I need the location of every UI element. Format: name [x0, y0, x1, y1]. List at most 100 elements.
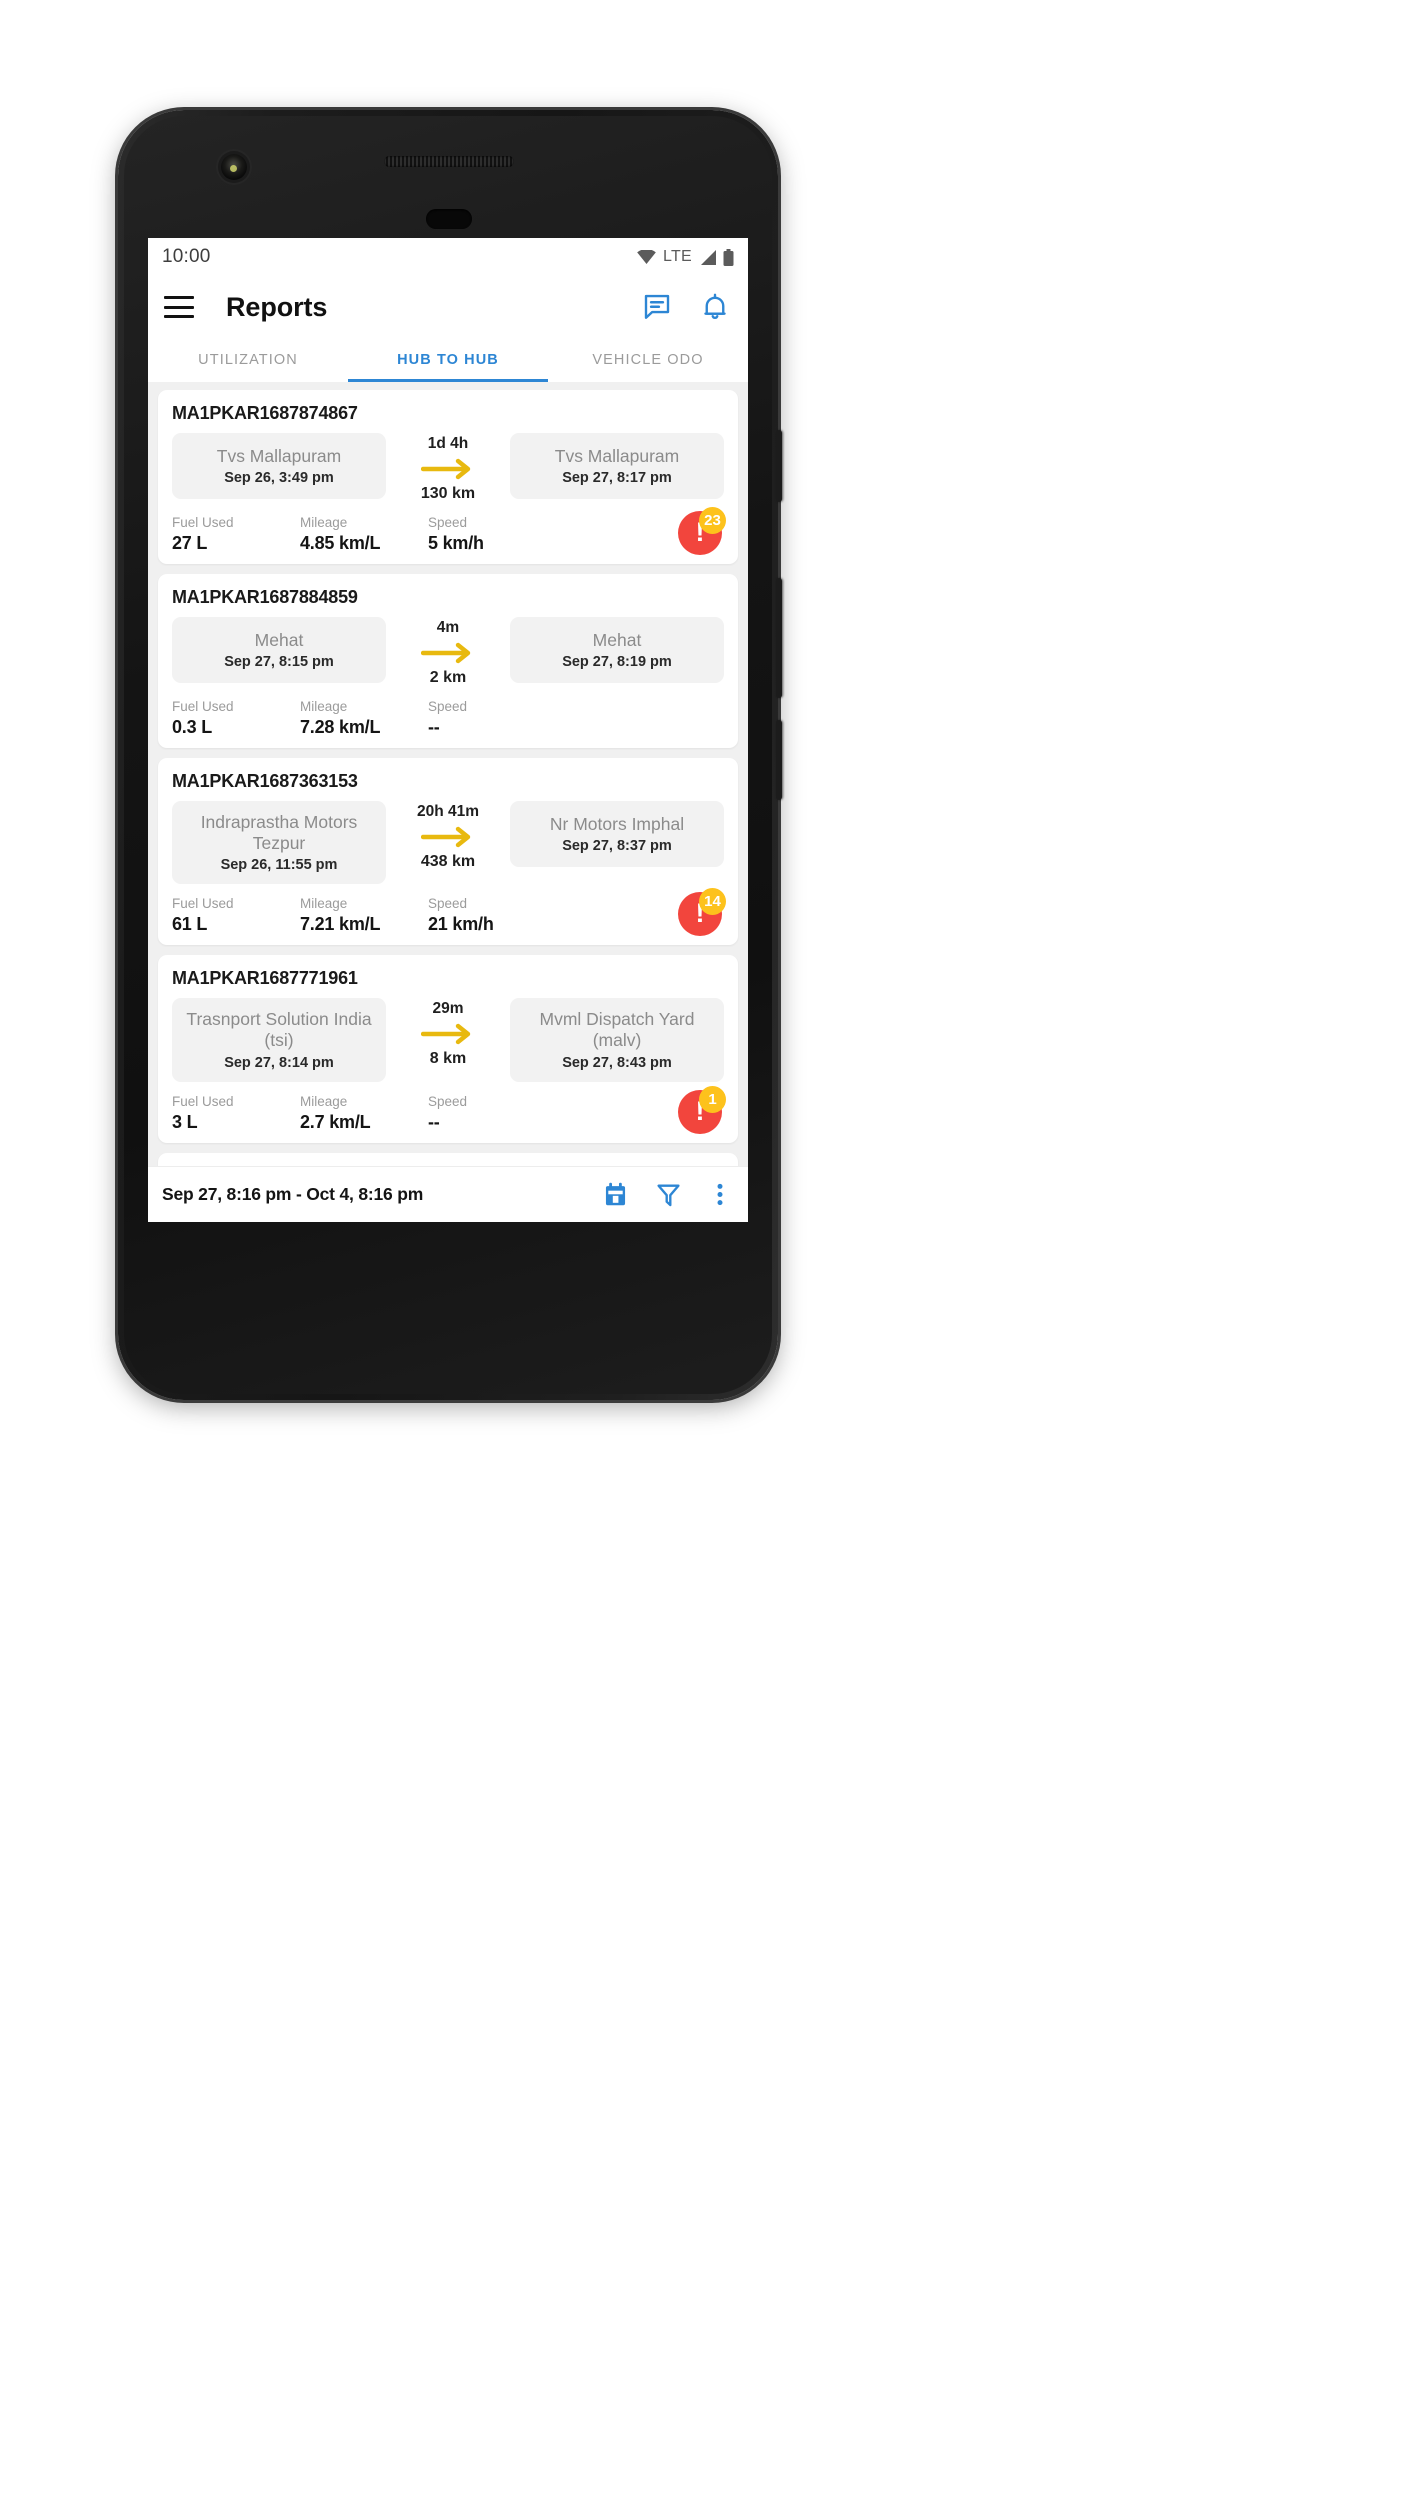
trip-duration: 29m [432, 1000, 464, 1018]
destination-chip[interactable]: Nr Motors Imphal Sep 27, 8:37 pm [510, 801, 724, 867]
network-type-label: LTE [662, 248, 692, 265]
trip-route: Indraprastha Motors Tezpur Sep 26, 11:55… [172, 801, 724, 885]
stat-label: Speed [428, 699, 468, 714]
trip-summary: 20h 41m 438 km [392, 801, 504, 871]
more-vertical-icon[interactable] [708, 1181, 732, 1208]
stat-speed: Speed 5 km/h [428, 515, 556, 554]
alert-badge[interactable]: ! 23 [678, 507, 726, 557]
vehicle-id: MA1PKAR1687771961 [172, 968, 358, 989]
stat-value: -- [428, 717, 440, 737]
chat-icon[interactable] [642, 292, 672, 322]
destination-chip[interactable]: Mvml Dispatch Yard (malv) Sep 27, 8:43 p… [510, 998, 724, 1082]
trip-route: Trasnport Solution India (tsi) Sep 27, 8… [172, 998, 724, 1082]
origin-name: Trasnport Solution India (tsi) [186, 1009, 372, 1050]
alert-badge[interactable]: ! 14 [678, 888, 726, 938]
origin-chip[interactable]: Tvs Mallapuram Sep 26, 3:49 pm [172, 433, 386, 499]
filter-icon[interactable] [655, 1181, 682, 1208]
arrow-right-icon [421, 458, 471, 480]
trip-summary: 29m 8 km [392, 998, 504, 1068]
alert-count: 1 [699, 1085, 726, 1113]
destination-time: Sep 27, 8:37 pm [562, 838, 672, 855]
stat-value: 4.85 km/L [300, 533, 381, 553]
vehicle-id: MA1PKAR1687884859 [172, 587, 358, 607]
origin-time: Sep 26, 11:55 pm [220, 857, 338, 874]
stat-label: Mileage [300, 1093, 348, 1109]
status-bar: 10:00 LTE [148, 238, 748, 276]
phone-frame: 10:00 LTE Reports UTILIZATION HUB TO HUB… [118, 110, 782, 1400]
origin-time: Sep 27, 8:15 pm [224, 654, 334, 671]
trip-list[interactable]: MA1PKAR1687874867 Tvs Mallapuram Sep 26,… [148, 382, 748, 1166]
trip-distance: 130 km [420, 485, 476, 502]
trip-route: Tvs Mallapuram Sep 26, 3:49 pm 1d 4h 130… [172, 433, 724, 503]
origin-chip[interactable]: Mehat Sep 27, 8:15 pm [172, 617, 386, 683]
origin-name: Tvs Mallapuram [216, 445, 342, 466]
stat-value: 7.21 km/L [300, 914, 381, 935]
stat-fuel-used: Fuel Used 3 L [172, 1094, 300, 1133]
destination-time: Sep 27, 8:17 pm [562, 470, 672, 487]
status-bar-icons: LTE [637, 248, 734, 266]
destination-chip[interactable]: Tvs Mallapuram Sep 27, 8:17 pm [510, 433, 724, 499]
stat-label: Mileage [300, 896, 348, 912]
stat-mileage: Mileage 4.85 km/L [300, 515, 428, 554]
trip-summary: 1d 4h 130 km [392, 433, 504, 503]
stat-value: 0.3 L [172, 717, 213, 737]
app-bar: Reports [148, 276, 748, 338]
stat-label: Speed [428, 515, 468, 530]
trip-route: Mehat Sep 27, 8:15 pm 4m 2 km Mehat Sep … [172, 617, 724, 687]
tab-vehicle-odo[interactable]: VEHICLE ODO [548, 338, 748, 382]
hamburger-menu-icon[interactable] [164, 296, 194, 318]
date-range-label[interactable]: Sep 27, 8:16 pm - Oct 4, 8:16 pm [162, 1184, 423, 1205]
destination-name: Nr Motors Imphal [549, 813, 685, 834]
trip-card[interactable]: MA1PKAR1687771961 Trasnport Solution Ind… [158, 955, 738, 1143]
destination-name: Mvml Dispatch Yard (malv) [539, 1009, 695, 1050]
alert-count: 14 [699, 888, 726, 916]
trip-summary: 4m 2 km [392, 617, 504, 687]
wifi-icon [637, 250, 656, 264]
trip-distance: 2 km [429, 669, 467, 686]
stat-speed: Speed 21 km/h [428, 896, 556, 935]
arrow-right-icon [421, 826, 471, 848]
calendar-icon[interactable] [602, 1181, 629, 1208]
origin-chip[interactable]: Trasnport Solution India (tsi) Sep 27, 8… [172, 998, 386, 1082]
phone-side-button-top [776, 430, 782, 502]
stat-value: -- [428, 1111, 440, 1132]
origin-name: Mehat [254, 629, 304, 650]
vehicle-id: MA1PKAR1687363153 [172, 771, 358, 791]
front-camera-icon [221, 154, 247, 180]
bell-icon[interactable] [700, 292, 730, 322]
stat-value: 5 km/h [428, 533, 484, 553]
phone-side-button-mid [776, 578, 782, 698]
origin-chip[interactable]: Indraprastha Motors Tezpur Sep 26, 11:55… [172, 801, 386, 885]
stat-label: Fuel Used [172, 699, 234, 714]
stat-fuel-used: Fuel Used 27 L [172, 515, 300, 554]
stat-label: Fuel Used [172, 515, 234, 530]
stat-label: Mileage [300, 699, 348, 714]
bottom-bar: Sep 27, 8:16 pm - Oct 4, 8:16 pm [148, 1166, 748, 1222]
trip-duration: 20h 41m [416, 803, 480, 820]
trip-card[interactable]: MA1PKAR1687363153 Indraprastha Motors Te… [158, 758, 738, 946]
screenshot-root: 10:00 LTE Reports UTILIZATION HUB TO HUB… [0, 0, 1416, 2517]
trip-card[interactable]: MA1PKAR1687874867 Tvs Mallapuram Sep 26,… [158, 390, 738, 564]
stat-speed: Speed -- [428, 699, 556, 738]
trip-card[interactable]: MA1PKAR1687884859 Mehat Sep 27, 8:15 pm … [158, 574, 738, 748]
trip-stats: Fuel Used 0.3 L Mileage 7.28 km/L Speed … [172, 699, 724, 738]
earpiece-grille [384, 156, 514, 167]
trip-distance: 438 km [420, 853, 476, 870]
stat-label: Speed [428, 1093, 468, 1109]
destination-chip[interactable]: Mehat Sep 27, 8:19 pm [510, 617, 724, 683]
tab-utilization[interactable]: UTILIZATION [148, 338, 348, 382]
tab-bar: UTILIZATION HUB TO HUB VEHICLE ODO [148, 338, 748, 382]
trip-card-partial[interactable] [158, 1152, 738, 1166]
destination-name: Mehat [592, 629, 642, 650]
stat-fuel-used: Fuel Used 61 L [172, 896, 300, 935]
page-title: Reports [226, 291, 328, 322]
destination-time: Sep 27, 8:43 pm [562, 1054, 672, 1071]
stat-value: 61 L [172, 914, 208, 935]
stat-value: 21 km/h [428, 914, 494, 935]
origin-time: Sep 27, 8:14 pm [224, 1054, 334, 1071]
signal-icon [701, 249, 716, 265]
tab-hub-to-hub[interactable]: HUB TO HUB [348, 338, 548, 382]
alert-badge[interactable]: ! 1 [678, 1085, 726, 1136]
tab-active-indicator [347, 379, 548, 382]
stat-mileage: Mileage 2.7 km/L [300, 1094, 428, 1133]
